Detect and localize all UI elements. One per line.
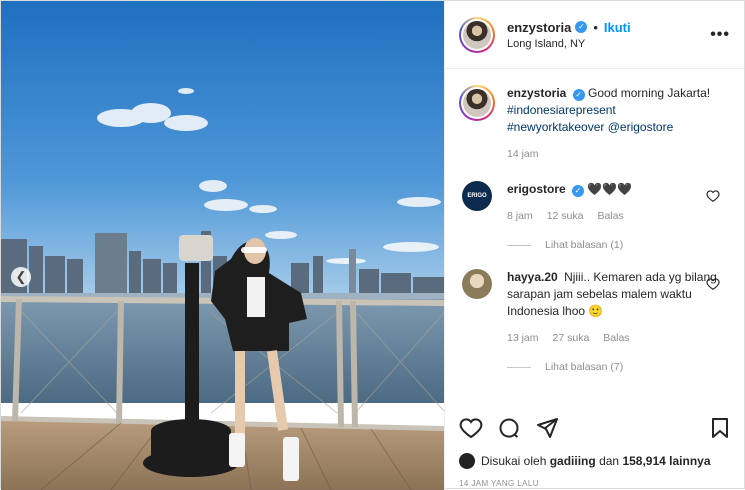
list-item: ERIGO erigostore ✓ 🖤🖤🖤 8 jam 12 suka Bal… xyxy=(459,181,730,225)
likes-summary: Disukai oleh gadiiing dan 158,914 lainny… xyxy=(459,453,711,469)
post-location[interactable]: Long Island, NY xyxy=(507,38,710,50)
caption-time[interactable]: 14 jam xyxy=(507,146,539,163)
share-icon[interactable] xyxy=(535,416,559,440)
likes-user[interactable]: gadiiing xyxy=(550,454,596,468)
comment-time[interactable]: 8 jam xyxy=(507,208,533,225)
view-replies[interactable]: Lihat balasan (7) xyxy=(507,361,730,373)
photo-scene xyxy=(1,1,444,490)
heart-icon[interactable] xyxy=(459,416,483,440)
post-photo[interactable]: ❮ xyxy=(1,1,444,490)
list-item: hayya.20 Njiii.. Kemaren ada yg bilang s… xyxy=(459,269,730,347)
verified-icon: ✓ xyxy=(575,21,588,33)
follow-button[interactable]: Ikuti xyxy=(604,20,631,35)
avatar[interactable] xyxy=(459,85,495,121)
caption-hashtag[interactable]: #newyorktakeover @erigostore xyxy=(507,119,730,136)
more-icon[interactable]: ••• xyxy=(710,26,730,44)
comment-time[interactable]: 13 jam xyxy=(507,330,539,347)
comment-username[interactable]: hayya.20 xyxy=(507,270,558,284)
likes-count[interactable]: 158,914 lainnya xyxy=(622,454,710,468)
action-bar xyxy=(459,413,732,443)
caption-username[interactable]: enzystoria xyxy=(507,86,566,100)
separator-dot: • xyxy=(593,19,598,35)
author-username[interactable]: enzystoria xyxy=(507,20,571,35)
caption: enzystoria ✓ Good morning Jakarta! #indo… xyxy=(459,85,730,163)
avatar[interactable] xyxy=(462,269,492,299)
comment-likes[interactable]: 27 suka xyxy=(553,330,590,347)
post-timestamp[interactable]: 14 JAM YANG LALU xyxy=(459,479,539,488)
verified-icon: ✓ xyxy=(572,89,585,101)
comment-icon[interactable] xyxy=(497,416,521,440)
bookmark-icon[interactable] xyxy=(708,416,732,440)
replies-divider xyxy=(507,244,531,246)
comment-text: 🖤🖤🖤 xyxy=(587,182,633,196)
view-replies-label[interactable]: Lihat balasan (1) xyxy=(545,239,623,251)
post-header: enzystoria ✓ • Ikuti Long Island, NY ••• xyxy=(445,1,744,69)
replies-divider xyxy=(507,366,531,368)
heart-icon[interactable] xyxy=(706,189,720,203)
comment-likes[interactable]: 12 suka xyxy=(547,208,584,225)
reply-button[interactable]: Balas xyxy=(597,208,623,225)
chevron-left-icon[interactable]: ❮ xyxy=(11,267,31,287)
heart-icon[interactable] xyxy=(706,277,720,291)
avatar[interactable]: ERIGO xyxy=(462,181,492,211)
comments-section: enzystoria ✓ Good morning Jakarta! #indo… xyxy=(445,70,744,400)
likes-conj: dan xyxy=(599,454,620,468)
instagram-post: ❮ enzystoria ✓ • Ikuti Long Island, NY •… xyxy=(0,0,745,490)
comment-username[interactable]: erigostore xyxy=(507,182,566,196)
verified-icon: ✓ xyxy=(572,185,585,197)
avatar[interactable] xyxy=(459,453,475,469)
caption-text: Good morning Jakarta! xyxy=(588,86,711,100)
post-side-panel: enzystoria ✓ • Ikuti Long Island, NY •••… xyxy=(444,1,744,490)
reply-button[interactable]: Balas xyxy=(603,330,629,347)
likes-prefix: Disukai oleh xyxy=(481,454,547,468)
caption-hashtag[interactable]: #indonesiarepresent xyxy=(507,102,730,119)
view-replies-label[interactable]: Lihat balasan (7) xyxy=(545,361,623,373)
view-replies[interactable]: Lihat balasan (1) xyxy=(507,239,730,251)
avatar[interactable] xyxy=(459,16,495,53)
